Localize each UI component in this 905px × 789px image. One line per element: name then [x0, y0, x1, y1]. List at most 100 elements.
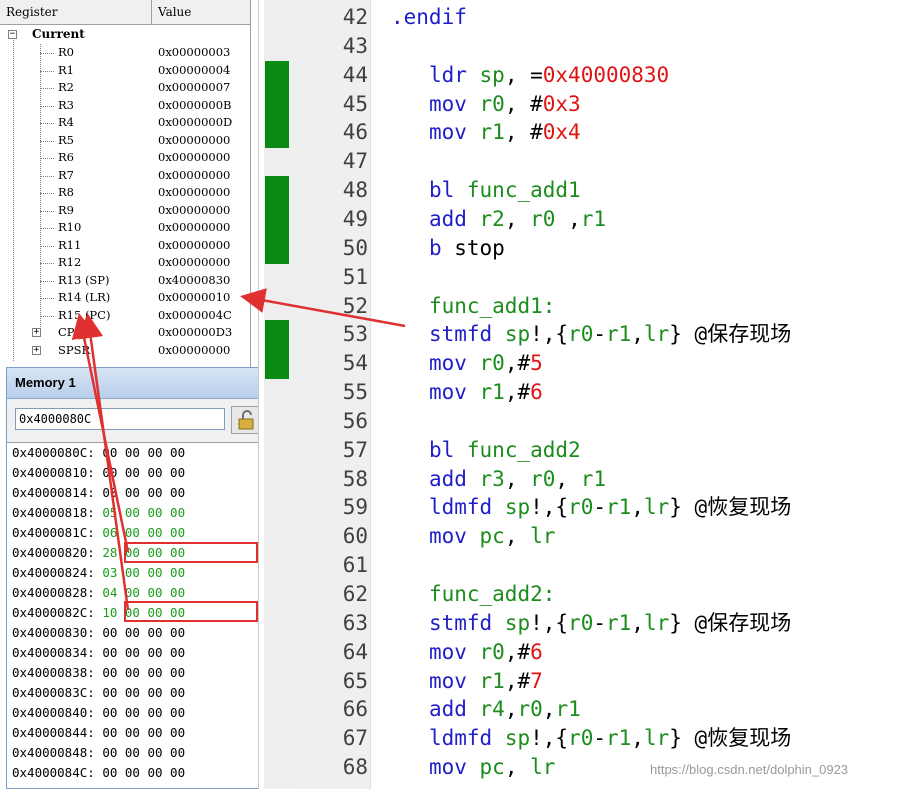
register-value[interactable]: 0x00000007	[158, 79, 230, 96]
memory-row[interactable]: 0x40000838: 00 00 00 00	[12, 663, 185, 683]
memory-row[interactable]: 0x40000840: 00 00 00 00	[12, 703, 185, 723]
register-row[interactable]: R2 0x00000007	[0, 79, 250, 96]
register-value[interactable]: 0x00000000	[158, 184, 230, 201]
register-value[interactable]: 0x00000000	[158, 219, 230, 236]
code-line[interactable]: ldmfd sp!,{r0-r1,lr} @恢复现场	[391, 724, 791, 753]
memory-row[interactable]: 0x40000834: 00 00 00 00	[12, 643, 185, 663]
memory-address-input[interactable]: 0x4000080C	[15, 408, 225, 430]
memory-row[interactable]: 0x40000830: 00 00 00 00	[12, 623, 185, 643]
code-line[interactable]: mov r0,#5	[391, 349, 543, 378]
memory-row[interactable]: 0x40000828: 04 00 00 00	[12, 583, 185, 603]
memory-bytes[interactable]: 00 00 00 00	[102, 745, 185, 760]
memory-bytes[interactable]: 00 00 00 00	[102, 625, 185, 640]
code-line[interactable]: mov r0, #0x3	[391, 90, 581, 119]
memory-bytes[interactable]: 06 00 00 00	[102, 525, 185, 540]
memory-bytes[interactable]: 00 00 00 00	[102, 445, 185, 460]
memory-bytes[interactable]: 03 00 00 00	[102, 565, 185, 580]
memory-bytes[interactable]: 00 00 00 00	[102, 645, 185, 660]
register-row[interactable]: R6 0x00000000	[0, 149, 250, 166]
register-value[interactable]: 0x00000004	[158, 62, 230, 79]
memory-row[interactable]: 0x4000081C: 06 00 00 00	[12, 523, 185, 543]
memory-row[interactable]: 0x4000080C: 00 00 00 00	[12, 443, 185, 463]
register-row[interactable]: R7 0x00000000	[0, 167, 250, 184]
memory-bytes[interactable]: 00 00 00 00	[102, 485, 185, 500]
register-value[interactable]: 0x0000000D	[158, 114, 232, 131]
code-editor[interactable]: 42 .endif 43 44 ldr sp, =0x40000830 45 mov r…	[258, 0, 905, 789]
memory-bytes[interactable]: 00 00 00 00	[102, 665, 185, 680]
breakpoint-marker[interactable]	[265, 320, 289, 351]
register-value[interactable]: 0x00000000	[158, 237, 230, 254]
memory-row[interactable]: 0x40000824: 03 00 00 00	[12, 563, 185, 583]
register-row[interactable]: R12 0x00000000	[0, 254, 250, 271]
code-line[interactable]: add r2, r0 ,r1	[391, 205, 606, 234]
column-value[interactable]: Value	[152, 0, 250, 24]
register-row[interactable]: R15 (PC) 0x0000004C	[0, 307, 250, 324]
code-line[interactable]: stmfd sp!,{r0-r1,lr} @保存现场	[391, 320, 791, 349]
register-value[interactable]: 0x00000000	[158, 149, 230, 166]
register-value[interactable]: 0x40000830	[158, 272, 230, 289]
register-row[interactable]: R0 0x00000003	[0, 44, 250, 61]
breakpoint-marker[interactable]	[265, 176, 289, 206]
breakpoint-marker[interactable]	[265, 204, 289, 235]
memory-bytes[interactable]: 00 00 00 00	[102, 685, 185, 700]
memory-bytes[interactable]: 00 00 00 00	[102, 765, 185, 780]
register-row[interactable]: R1 0x00000004	[0, 62, 250, 79]
memory-row[interactable]: 0x40000848: 00 00 00 00	[12, 743, 185, 763]
register-value[interactable]: 0x00000003	[158, 44, 230, 61]
memory-row[interactable]: 0x40000818: 05 00 00 00	[12, 503, 185, 523]
expand-icon[interactable]: +	[32, 345, 41, 355]
code-line[interactable]: add r4,r0,r1	[391, 695, 581, 724]
breakpoint-marker[interactable]	[265, 233, 289, 264]
column-register[interactable]: Register	[0, 0, 152, 24]
code-line[interactable]: b stop	[391, 234, 505, 263]
code-line[interactable]: .endif	[391, 3, 467, 32]
register-value[interactable]: 0x00000000	[158, 202, 230, 219]
code-line[interactable]: func_add2:	[391, 580, 555, 609]
code-line[interactable]: ldmfd sp!,{r0-r1,lr} @恢复现场	[391, 493, 791, 522]
register-row[interactable]: + CPSR 0x000000D3	[0, 324, 250, 341]
register-row[interactable]: R14 (LR) 0x00000010	[0, 289, 250, 306]
breakpoint-marker[interactable]	[265, 60, 289, 91]
register-value[interactable]: 0x0000004C	[158, 307, 232, 324]
memory-row[interactable]: 0x4000083C: 00 00 00 00	[12, 683, 185, 703]
register-row[interactable]: R10 0x00000000	[0, 219, 250, 236]
code-line[interactable]: mov pc, lr	[391, 753, 555, 782]
breakpoint-marker[interactable]	[265, 89, 289, 120]
memory-row[interactable]: 0x40000850: 00 00 00 00	[12, 783, 185, 788]
register-value[interactable]: 0x00000000	[158, 342, 230, 359]
register-row[interactable]: R11 0x00000000	[0, 237, 250, 254]
code-line[interactable]: add r3, r0, r1	[391, 465, 606, 494]
register-row[interactable]: R3 0x0000000B	[0, 97, 250, 114]
code-line[interactable]: bl func_add2	[391, 436, 581, 465]
breakpoint-marker[interactable]	[265, 118, 289, 149]
code-line[interactable]: mov r1, #0x4	[391, 118, 581, 147]
memory-bytes[interactable]: 00 00 00 00	[102, 465, 185, 480]
code-line[interactable]: func_add1:	[391, 292, 555, 321]
lock-button[interactable]	[231, 406, 261, 434]
expand-icon[interactable]: +	[32, 328, 41, 337]
memory-bytes[interactable]: 04 00 00 00	[102, 585, 185, 600]
memory-row[interactable]: 0x40000814: 00 00 00 00	[12, 483, 185, 503]
register-value[interactable]: 0x00000000	[158, 254, 230, 271]
register-value[interactable]: 0x000000D3	[158, 324, 232, 341]
memory-bytes[interactable]: 00 00 00 00	[102, 785, 185, 788]
register-row[interactable]: R9 0x00000000	[0, 202, 250, 219]
code-line[interactable]: mov pc, lr	[391, 522, 555, 551]
breakpoint-marker[interactable]	[265, 349, 289, 380]
register-row[interactable]: R5 0x00000000	[0, 132, 250, 149]
register-value[interactable]: 0x00000000	[158, 132, 230, 149]
memory-bytes[interactable]: 00 00 00 00	[102, 705, 185, 720]
memory-row[interactable]: 0x40000810: 00 00 00 00	[12, 463, 185, 483]
register-row[interactable]: + SPSR 0x00000000	[0, 342, 250, 359]
code-line[interactable]: ldr sp, =0x40000830	[391, 61, 669, 90]
memory-bytes[interactable]: 05 00 00 00	[102, 505, 185, 520]
memory-row[interactable]: 0x4000084C: 00 00 00 00	[12, 763, 185, 783]
register-row[interactable]: R8 0x00000000	[0, 184, 250, 201]
memory-row[interactable]: 0x40000844: 00 00 00 00	[12, 723, 185, 743]
register-group-current[interactable]: Current	[0, 26, 250, 43]
code-line[interactable]: mov r1,#7	[391, 667, 543, 696]
register-value[interactable]: 0x00000010	[158, 289, 230, 306]
code-line[interactable]: bl func_add1	[391, 176, 581, 205]
register-row[interactable]: R13 (SP) 0x40000830	[0, 272, 250, 289]
code-line[interactable]: mov r1,#6	[391, 378, 543, 407]
